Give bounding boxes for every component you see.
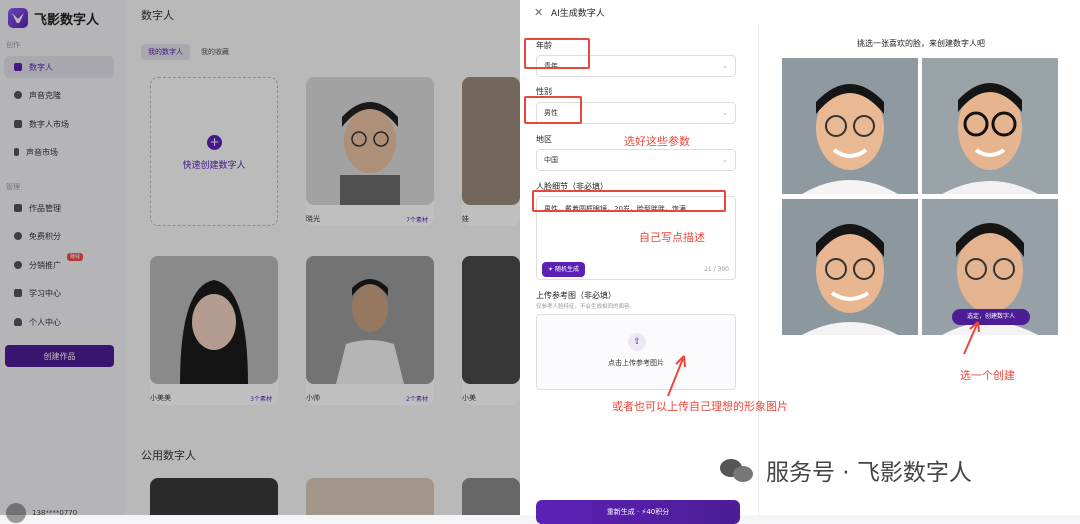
wechat-icon (720, 457, 756, 484)
region-value: 中国 (544, 156, 558, 164)
upload-area[interactable]: ⇧ 点击上传参考图片 (536, 314, 736, 390)
annotation-box-age (524, 38, 590, 69)
annotation-describe: 自己写点描述 (639, 231, 705, 244)
region-select[interactable]: 中国 ⌄ (536, 149, 736, 171)
ai-generate-panel: ✕ AI生成数字人 年龄 青年 ⌄ 性别 男性 ⌄ 地区 中国 ⌄ 人脸细节（非… (520, 0, 1080, 524)
divider (758, 25, 759, 515)
annotation-box-description (532, 190, 726, 212)
face-option-1[interactable] (782, 58, 918, 194)
annotation-upload: 或者也可以上传自己理想的形象图片 (612, 400, 788, 413)
chevron-down-icon: ⌄ (722, 62, 728, 70)
watermark-text: 服务号 · 飞影数字人 (766, 460, 972, 486)
annotation-pick-one: 选一个创建 (960, 369, 1015, 382)
panel-title: AI生成数字人 (551, 9, 605, 19)
pick-title: 挑选一张喜欢的脸，来创建数字人吧 (857, 39, 985, 48)
random-generate-label: 随机生成 (554, 266, 579, 273)
char-count: 21 / 300 (704, 266, 729, 273)
upload-icon: ⇧ (628, 333, 646, 351)
annotation-params: 选好这些参数 (624, 135, 690, 148)
annotation-arrow-upload (667, 355, 686, 397)
upload-text: 点击上传参考图片 (608, 359, 664, 367)
chevron-down-icon: ⌄ (722, 109, 728, 117)
region-label: 地区 (536, 135, 552, 144)
chevron-down-icon: ⌄ (722, 156, 728, 164)
upload-label: 上传参考图（非必填） (536, 291, 616, 300)
sparkle-icon: ✦ (548, 266, 555, 273)
face-option-2[interactable] (922, 58, 1058, 194)
close-icon[interactable]: ✕ (534, 6, 543, 19)
annotation-box-gender (524, 96, 582, 124)
modal-overlay[interactable] (0, 0, 520, 515)
annotation-arrow-pick (963, 321, 980, 355)
face-option-3[interactable] (782, 199, 918, 335)
regenerate-button[interactable]: 重新生成 · ⚡40积分 (536, 500, 740, 524)
upload-help: 仅参考人脸特征，不会生成相同的面容。 (536, 304, 636, 310)
watermark: 服务号 · 飞影数字人 (720, 453, 972, 487)
random-generate-button[interactable]: ✦ 随机生成 (542, 262, 585, 277)
